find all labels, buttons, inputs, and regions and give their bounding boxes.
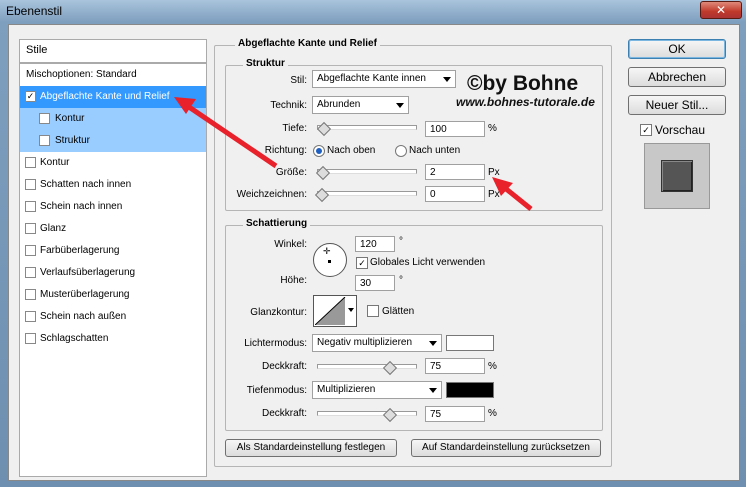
arrow-to-bevel-item (174, 97, 278, 169)
annotation-arrows (174, 97, 533, 211)
arrow-to-size-field (492, 177, 533, 211)
dialog-window: Ebenenstil ✕ Stile Mischoptionen: Standa… (0, 0, 746, 487)
